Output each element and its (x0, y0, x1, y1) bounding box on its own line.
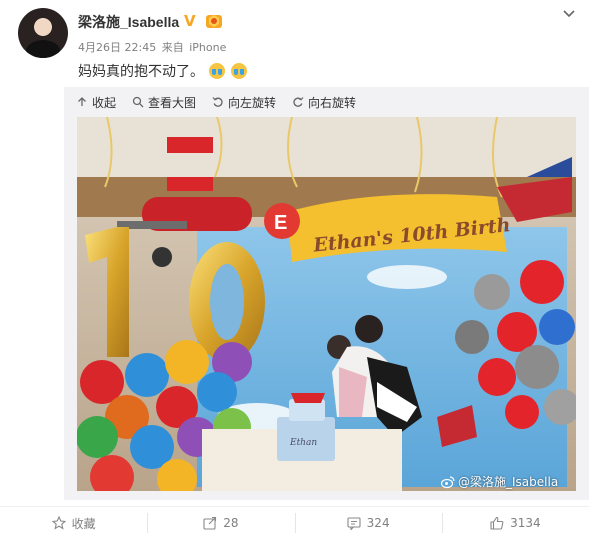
post-text: 妈妈真的抱不动了。 (78, 61, 247, 81)
cake-text: Ethan (289, 438, 317, 448)
rotate-right-label: 向右旋转 (308, 95, 357, 110)
photo-watermark: @梁洛施_Isabella (441, 473, 558, 490)
view-large-button[interactable]: 查看大图 (132, 94, 196, 110)
repost-icon (203, 516, 217, 530)
weibo-post-card: 梁洛施_Isabella V 4月26日 22:45 来自 iPhone 妈妈真… (0, 0, 589, 541)
post-text-body: 妈妈真的抱不动了。 (78, 64, 204, 80)
rotate-left-icon (212, 97, 223, 107)
chevron-down-icon[interactable] (561, 6, 577, 22)
birthday-party-photo: Ethan's 10th Birth E 1 0 (77, 117, 576, 491)
watermark-text: @梁洛施_Isabella (458, 475, 559, 489)
rotate-left-button[interactable]: 向左旋转 (212, 94, 276, 110)
like-count: 3134 (510, 516, 541, 530)
media-toolbar: 收起 查看大图 向左旋转 向右旋转 (76, 94, 356, 110)
arrow-up-icon (78, 97, 86, 106)
favorite-label: 收藏 (71, 516, 96, 531)
repost-count: 28 (223, 516, 239, 530)
magnifier-icon (132, 96, 144, 108)
crying-laugh-emoji-icon (209, 63, 226, 79)
post-photo[interactable]: Ethan's 10th Birth E 1 0 (77, 117, 576, 491)
thumbs-up-icon (490, 516, 504, 530)
comment-button[interactable]: 324 (294, 507, 442, 539)
rotate-right-icon (293, 97, 304, 107)
plane-letter: E (274, 212, 287, 234)
rotate-left-label: 向左旋转 (228, 95, 277, 110)
action-bar: 收藏 28 324 3134 (0, 506, 589, 539)
comment-icon (347, 517, 361, 530)
avatar[interactable] (18, 8, 68, 58)
favorite-button[interactable]: 收藏 (0, 507, 147, 539)
source-prefix: 来自 (161, 41, 184, 54)
repost-button[interactable]: 28 (147, 507, 294, 539)
verified-badge-icon[interactable]: V (184, 13, 200, 29)
member-level-icon[interactable] (205, 12, 223, 30)
rotate-right-button[interactable]: 向右旋转 (292, 94, 356, 110)
comment-count: 324 (366, 516, 390, 530)
username-link[interactable]: 梁洛施_Isabella (78, 12, 179, 32)
star-icon (51, 516, 66, 530)
post-meta: 4月26日 22:45 来自 iPhone (78, 39, 228, 55)
crying-laugh-emoji-icon (230, 63, 247, 79)
post-timestamp[interactable]: 4月26日 22:45 (78, 41, 156, 54)
like-button[interactable]: 3134 (441, 507, 589, 539)
post-source: iPhone (189, 41, 227, 54)
collapse-label: 收起 (92, 95, 117, 110)
collapse-button[interactable]: 收起 (76, 94, 116, 110)
view-large-label: 查看大图 (148, 95, 197, 110)
weibo-logo-icon (441, 475, 455, 488)
